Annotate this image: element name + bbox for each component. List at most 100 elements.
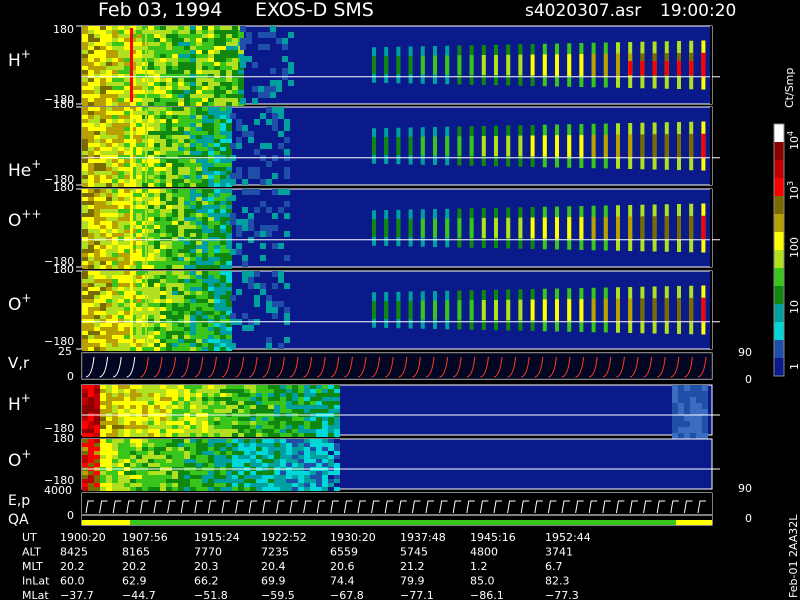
heat-cell bbox=[286, 385, 292, 389]
heat-cell bbox=[278, 301, 284, 307]
heat-cell bbox=[130, 459, 136, 463]
heat-cell bbox=[148, 155, 154, 159]
heat-cell bbox=[202, 171, 208, 175]
heat-cell bbox=[226, 241, 232, 245]
heat-cell bbox=[226, 331, 232, 335]
heat-cell bbox=[124, 221, 130, 225]
heat-cell bbox=[226, 233, 232, 237]
heat-cell bbox=[106, 265, 112, 269]
heat-cell bbox=[154, 233, 160, 237]
heat-cell bbox=[148, 389, 154, 393]
heat-cell bbox=[250, 389, 256, 393]
heat-cell bbox=[202, 98, 208, 102]
heat-cell bbox=[272, 113, 278, 119]
heat-cell bbox=[172, 70, 178, 74]
heat-cell bbox=[184, 90, 190, 94]
heat-cell bbox=[220, 265, 226, 269]
heat-cell bbox=[160, 151, 166, 155]
heat-cell bbox=[124, 331, 130, 335]
heat-cell bbox=[100, 425, 106, 429]
heat-cell bbox=[88, 119, 94, 123]
heat-cell bbox=[334, 421, 340, 425]
heat-cell bbox=[214, 397, 220, 401]
heat-cell bbox=[672, 433, 678, 439]
heat-cell bbox=[184, 299, 190, 303]
heat-cell bbox=[304, 409, 310, 413]
heat-cell bbox=[220, 26, 226, 30]
heat-cell bbox=[94, 311, 100, 315]
heat-cell bbox=[88, 249, 94, 253]
heat-cell bbox=[238, 397, 244, 401]
heat-cell bbox=[112, 335, 118, 339]
heat-cell bbox=[154, 405, 160, 409]
heat-cell bbox=[148, 159, 154, 163]
heat-cell bbox=[154, 135, 160, 139]
heat-cell bbox=[276, 80, 282, 86]
heat-cell bbox=[196, 409, 202, 413]
heat-cell bbox=[166, 443, 172, 447]
heat-cell bbox=[118, 229, 124, 233]
heat-cell bbox=[196, 347, 202, 351]
heat-cell bbox=[304, 479, 310, 483]
heat-cell bbox=[100, 257, 106, 261]
heat-cell bbox=[94, 283, 100, 287]
heat-cell bbox=[196, 311, 202, 315]
heat-cell bbox=[214, 98, 220, 102]
heat-cell bbox=[166, 193, 172, 197]
heat-cell bbox=[106, 425, 112, 429]
heat-cell bbox=[100, 343, 106, 347]
heat-cell bbox=[166, 163, 172, 167]
heat-cell bbox=[202, 429, 208, 433]
spin-burst-core bbox=[542, 54, 547, 76]
heat-cell bbox=[112, 74, 118, 78]
heat-cell bbox=[112, 205, 118, 209]
heat-cell bbox=[160, 291, 166, 295]
heat-cell bbox=[154, 179, 160, 183]
heat-cell bbox=[124, 94, 130, 98]
heat-cell bbox=[252, 62, 258, 68]
heat-cell bbox=[106, 34, 112, 38]
heat-cell bbox=[220, 271, 226, 275]
heat-cell bbox=[208, 319, 214, 323]
heat-cell bbox=[160, 135, 166, 139]
heat-cell bbox=[232, 471, 238, 475]
heat-cell bbox=[118, 38, 124, 42]
heat-cell bbox=[190, 291, 196, 295]
heat-cell bbox=[254, 207, 260, 213]
heat-cell bbox=[232, 90, 238, 94]
heat-cell bbox=[232, 26, 238, 30]
heat-cell bbox=[154, 339, 160, 343]
heat-cell bbox=[88, 303, 94, 307]
spin-burst-core bbox=[457, 55, 462, 75]
heat-cell bbox=[172, 257, 178, 261]
heat-cell bbox=[208, 443, 214, 447]
heat-cell bbox=[690, 391, 696, 397]
heat-cell bbox=[166, 475, 172, 479]
heat-cell bbox=[160, 287, 166, 291]
heat-cell bbox=[190, 58, 196, 62]
heat-cell bbox=[214, 213, 220, 217]
heat-cell bbox=[166, 389, 172, 393]
heat-cell bbox=[166, 335, 172, 339]
heat-cell bbox=[124, 471, 130, 475]
heat-cell bbox=[166, 253, 172, 257]
heat-cell bbox=[190, 433, 196, 437]
heat-cell bbox=[178, 135, 184, 139]
heat-cell bbox=[214, 343, 220, 347]
heat-cell bbox=[178, 102, 184, 106]
heat-cell bbox=[208, 205, 214, 209]
heat-cell bbox=[292, 487, 298, 491]
heat-cell bbox=[292, 439, 298, 443]
heat-cell bbox=[214, 275, 220, 279]
heat-cell bbox=[202, 189, 208, 193]
heat-cell bbox=[94, 323, 100, 327]
heat-cell bbox=[214, 439, 220, 443]
heat-cell bbox=[202, 163, 208, 167]
heat-cell bbox=[328, 433, 334, 437]
heat-cell bbox=[184, 46, 190, 50]
heat-cell bbox=[118, 131, 124, 135]
heat-cell bbox=[118, 433, 124, 437]
heat-cell bbox=[124, 335, 130, 339]
heat-cell bbox=[100, 209, 106, 213]
heat-cell bbox=[248, 283, 254, 289]
